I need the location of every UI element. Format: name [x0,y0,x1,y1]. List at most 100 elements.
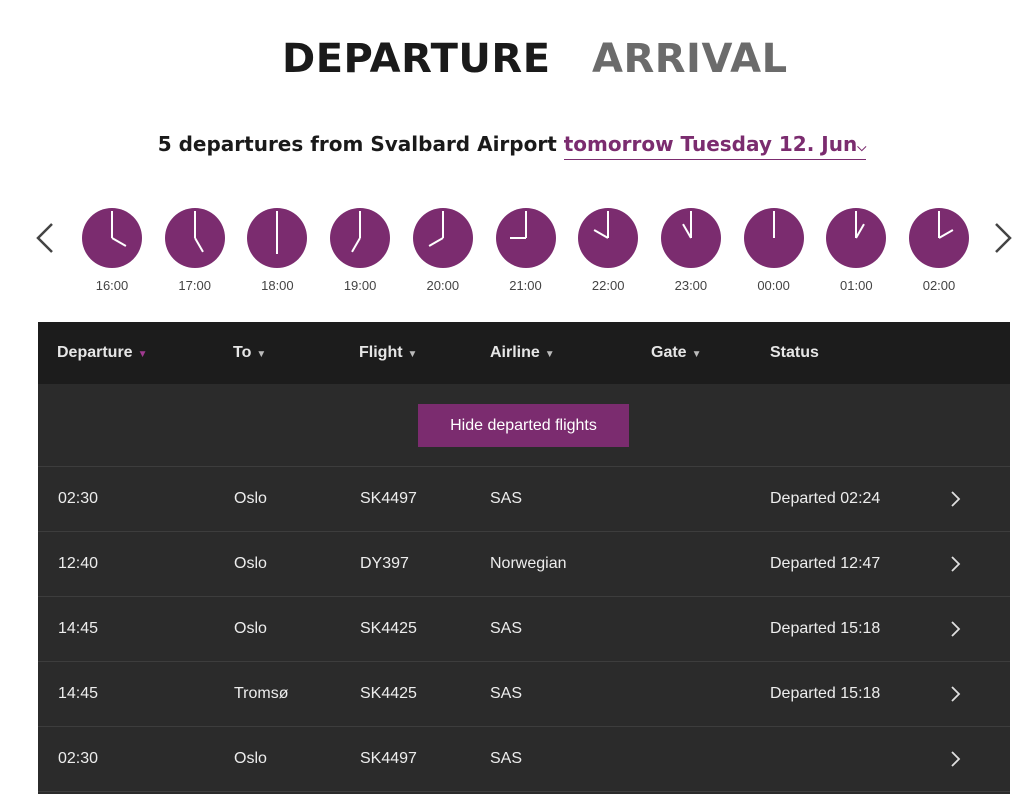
chevron-right-icon [995,223,1012,253]
clock-icon [826,208,887,268]
hour-label: 22:00 [591,278,625,293]
summary-text: 5 departures from Svalbard Airport [157,132,557,156]
hour-slot[interactable]: 01:00 [824,206,888,296]
caret-down-icon: ▼ [544,349,555,360]
flight-status: Departed 02:24 [770,490,881,507]
clock-icon [330,208,391,268]
airline-name: SAS [490,685,523,702]
chevron-right-icon [951,751,961,767]
clock-icon [82,208,142,268]
flight-number: DY397 [360,555,409,572]
table-row[interactable]: 14:45 Oslo SK4425 SAS Departed 15:18 [38,597,1010,662]
hour-slot[interactable]: 17:00 [163,206,227,296]
departure-time: 02:30 [58,750,99,767]
flight-number: SK4425 [360,685,417,702]
table-row[interactable]: 14:45 Tromsø SK4425 SAS Departed 15:18 [38,662,1010,727]
table-row[interactable]: 02:30 Oslo SK4497 SAS [38,727,1010,792]
hour-slot[interactable]: 00:00 [742,206,806,296]
hour-timeline: 16:00 17:00 18:00 19:00 20:00 21:00 22:00 23:00… [0,206,1024,296]
flight-number: SK4497 [360,750,417,767]
departure-time: 14:45 [58,620,99,637]
table-header: Departure ▼ To ▼ Flight ▼ Airline ▼ Gate ▼ St… [38,322,1010,384]
hour-slot[interactable]: 18:00 [245,206,309,296]
sort-flight[interactable]: Flight ▼ [359,344,417,362]
hour-slot[interactable]: 23:00 [659,206,723,296]
flight-status: Departed 15:18 [770,620,881,637]
flight-number: SK4425 [360,620,417,637]
flight-status: Departed 15:18 [770,685,881,702]
departure-time: 14:45 [58,685,99,702]
hour-slot[interactable]: 02:00 [907,206,971,296]
clock-icon [412,208,473,268]
chevron-down-icon: ⌵ [857,140,867,154]
departure-time: 02:30 [58,490,99,507]
hour-label: 02:00 [922,278,956,293]
hour-label: 17:00 [178,278,211,293]
airline-name: SAS [490,490,523,507]
flight-number: SK4497 [360,490,417,507]
timeline-prev-button[interactable] [32,220,60,256]
sort-departure[interactable]: Departure ▼ [57,344,147,362]
column-header-airline: Airline [490,344,540,361]
column-header-status: Status [770,344,819,361]
destination: Oslo [234,555,267,572]
clock-icon [743,208,804,268]
tab-departure[interactable]: DEPARTURE [282,36,551,82]
hour-label: 23:00 [674,278,708,293]
chevron-right-icon [951,556,961,572]
column-header-gate: Gate [651,344,687,361]
column-header-to: To [233,344,252,361]
caret-down-icon: ▼ [691,349,702,360]
hour-label: 18:00 [261,278,294,293]
date-selector-label: tomorrow Tuesday 12. Jun [563,132,858,156]
hour-label: 00:00 [757,278,790,293]
direction-tabs: DEPARTURE ARRIVAL [0,36,1024,92]
sort-airline[interactable]: Airline ▼ [490,344,555,362]
sort-gate[interactable]: Gate ▼ [651,344,701,362]
hour-label: 20:00 [426,278,460,293]
table-row[interactable]: 12:40 Oslo DY397 Norwegian Departed 12:47 [38,532,1010,597]
clock-icon [495,208,556,268]
sort-to[interactable]: To ▼ [233,344,266,362]
clock-icon [909,208,969,268]
hour-label: 16:00 [95,278,129,293]
chevron-right-icon [951,686,961,702]
airline-name: Norwegian [490,555,567,572]
hour-slot[interactable]: 21:00 [494,206,558,296]
airline-name: SAS [490,620,523,637]
caret-down-icon: ▼ [256,349,267,360]
hour-label: 01:00 [840,278,873,293]
timeline-next-button[interactable] [988,220,1016,256]
hour-label: 21:00 [509,278,542,293]
destination: Tromsø [234,685,289,702]
departures-summary: 5 departures from Svalbard Airport tomor… [0,132,1024,160]
departure-time: 12:40 [58,555,99,572]
filter-row: Hide departed flights [38,384,1010,467]
hour-slot[interactable]: 16:00 [80,206,144,296]
clock-icon [247,208,308,268]
destination: Oslo [234,490,267,507]
chevron-right-icon [951,621,961,637]
chevron-right-icon [951,491,961,507]
caret-down-icon: ▼ [137,349,148,360]
departures-table: Departure ▼ To ▼ Flight ▼ Airline ▼ Gate ▼ St… [38,322,1010,794]
table-row[interactable]: 02:30 Oslo SK4497 SAS Departed 02:24 [38,467,1010,532]
hour-label: 19:00 [343,278,377,293]
clock-icon [578,208,639,268]
hour-slot[interactable]: 19:00 [328,206,392,296]
hour-slot[interactable]: 22:00 [576,206,640,296]
hour-slot[interactable]: 20:00 [411,206,475,296]
column-header-flight: Flight [359,344,403,361]
clock-icon [660,208,721,268]
destination: Oslo [234,620,267,637]
clock-icon [164,208,225,268]
flight-status: Departed 12:47 [770,555,881,572]
airline-name: SAS [490,750,523,767]
tab-arrival[interactable]: ARRIVAL [592,36,788,82]
caret-down-icon: ▼ [407,349,418,360]
hide-departed-button[interactable]: Hide departed flights [418,404,629,447]
date-selector[interactable]: tomorrow Tuesday 12. Jun⌵ [563,132,867,160]
chevron-left-icon [36,223,53,253]
column-header-departure: Departure [57,344,133,361]
destination: Oslo [234,750,267,767]
